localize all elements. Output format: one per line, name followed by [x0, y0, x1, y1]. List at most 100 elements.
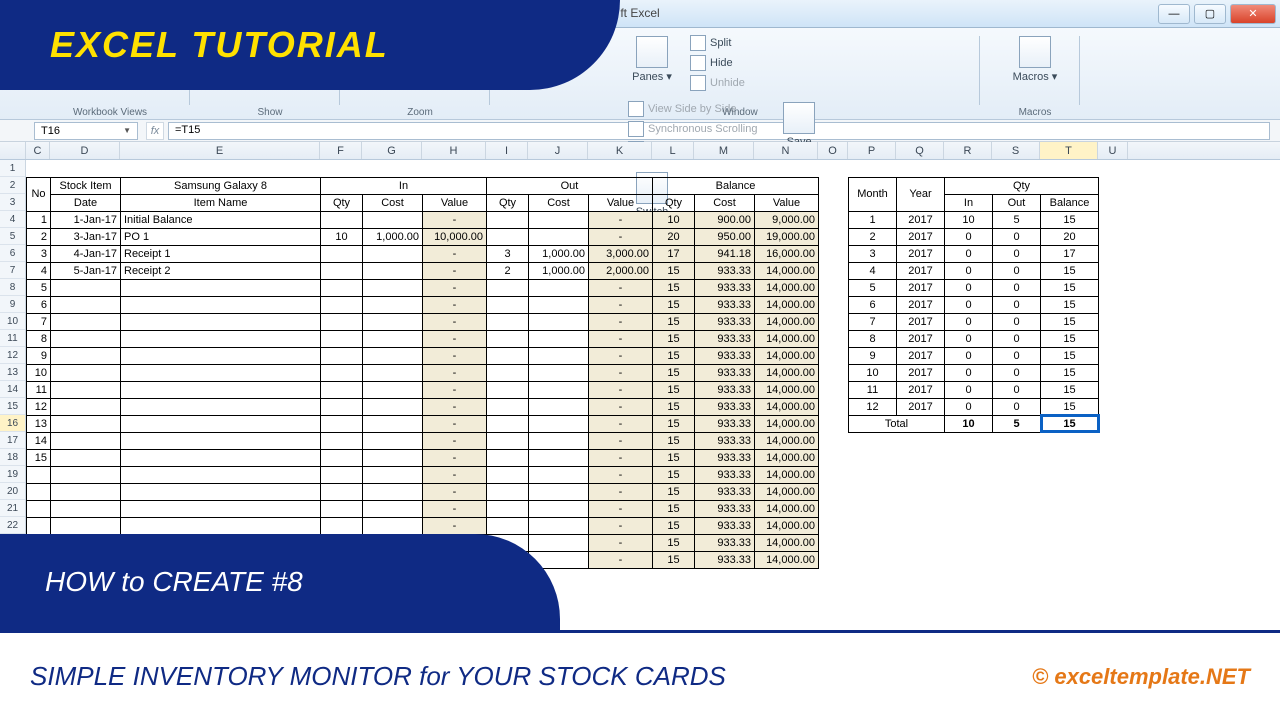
cell-D16[interactable] [51, 415, 121, 432]
cell-P21[interactable] [849, 500, 897, 517]
select-all-triangle[interactable] [0, 142, 26, 159]
cell-M23[interactable]: 933.33 [695, 534, 755, 551]
cell-I7[interactable]: 2 [487, 262, 529, 279]
cell-L10[interactable]: 15 [653, 313, 695, 330]
cell-I22[interactable] [487, 517, 529, 534]
cell-G17[interactable] [363, 432, 423, 449]
cell-N21[interactable]: 14,000.00 [755, 500, 819, 517]
cell-H16[interactable]: - [423, 415, 487, 432]
cell-H9[interactable]: - [423, 296, 487, 313]
cell-P11[interactable]: 8 [849, 330, 897, 347]
cell-U17[interactable] [1099, 432, 1129, 449]
cell-E10[interactable] [121, 313, 321, 330]
row-header-10[interactable]: 10 [0, 313, 25, 330]
cell-J9[interactable] [529, 296, 589, 313]
cell-K11[interactable]: - [589, 330, 653, 347]
cell-C9[interactable]: 6 [27, 296, 51, 313]
cell-U13[interactable] [1099, 364, 1129, 381]
cell-R18[interactable] [945, 449, 993, 466]
cell-C4[interactable]: 1 [27, 211, 51, 228]
cell-F9[interactable] [321, 296, 363, 313]
cell-N24[interactable]: 14,000.00 [755, 551, 819, 568]
cell-L7[interactable]: 15 [653, 262, 695, 279]
column-header-I[interactable]: I [486, 142, 528, 159]
cell-C22[interactable] [27, 517, 51, 534]
cell-D13[interactable] [51, 364, 121, 381]
cell-F16[interactable] [321, 415, 363, 432]
cell-N10[interactable]: 14,000.00 [755, 313, 819, 330]
cell-T10[interactable]: 15 [1041, 313, 1099, 330]
cell-E5[interactable]: PO 1 [121, 228, 321, 245]
cell-H11[interactable]: - [423, 330, 487, 347]
cell-H1[interactable] [423, 160, 487, 177]
cell-L21[interactable]: 15 [653, 500, 695, 517]
cell-N8[interactable]: 14,000.00 [755, 279, 819, 296]
row-header-4[interactable]: 4 [0, 211, 25, 228]
cell-O14[interactable] [819, 381, 849, 398]
cell-L3[interactable]: Qty [653, 194, 695, 211]
cell-U22[interactable] [1099, 517, 1129, 534]
cell-I2[interactable]: Out [487, 177, 653, 194]
sync-scroll-button[interactable]: Synchronous Scrolling [625, 120, 764, 138]
cell-G20[interactable] [363, 483, 423, 500]
cell-N6[interactable]: 16,000.00 [755, 245, 819, 262]
cell-E9[interactable] [121, 296, 321, 313]
cell-D2[interactable]: Stock Item [51, 177, 121, 194]
cell-U6[interactable] [1099, 245, 1129, 262]
cell-D10[interactable] [51, 313, 121, 330]
cell-S1[interactable] [993, 160, 1041, 177]
cell-G7[interactable] [363, 262, 423, 279]
cell-J19[interactable] [529, 466, 589, 483]
cell-G6[interactable] [363, 245, 423, 262]
cell-M3[interactable]: Cost [695, 194, 755, 211]
cell-Q18[interactable] [897, 449, 945, 466]
cell-J7[interactable]: 1,000.00 [529, 262, 589, 279]
cell-G1[interactable] [363, 160, 423, 177]
cell-I17[interactable] [487, 432, 529, 449]
cell-S10[interactable]: 0 [993, 313, 1041, 330]
cell-U11[interactable] [1099, 330, 1129, 347]
cell-L18[interactable]: 15 [653, 449, 695, 466]
cell-H12[interactable]: - [423, 347, 487, 364]
cell-S4[interactable]: 5 [993, 211, 1041, 228]
cell-I1[interactable] [487, 160, 529, 177]
cell-N3[interactable]: Value [755, 194, 819, 211]
cell-G19[interactable] [363, 466, 423, 483]
cell-R21[interactable] [945, 500, 993, 517]
cell-S18[interactable] [993, 449, 1041, 466]
cell-O12[interactable] [819, 347, 849, 364]
cell-P1[interactable] [849, 160, 897, 177]
cell-F5[interactable]: 10 [321, 228, 363, 245]
cell-K12[interactable]: - [589, 347, 653, 364]
cell-O9[interactable] [819, 296, 849, 313]
cell-K10[interactable]: - [589, 313, 653, 330]
cell-T3[interactable]: Balance [1041, 194, 1099, 211]
cell-Q23[interactable] [897, 534, 945, 551]
window-close-button[interactable]: ✕ [1230, 4, 1276, 24]
cell-J5[interactable] [529, 228, 589, 245]
cell-U20[interactable] [1099, 483, 1129, 500]
column-header-K[interactable]: K [588, 142, 652, 159]
cell-C19[interactable] [27, 466, 51, 483]
cell-O23[interactable] [819, 534, 849, 551]
cell-M18[interactable]: 933.33 [695, 449, 755, 466]
cell-G22[interactable] [363, 517, 423, 534]
cell-H21[interactable]: - [423, 500, 487, 517]
column-header-E[interactable]: E [120, 142, 320, 159]
cell-O1[interactable] [819, 160, 849, 177]
cell-L4[interactable]: 10 [653, 211, 695, 228]
cell-U7[interactable] [1099, 262, 1129, 279]
cell-L19[interactable]: 15 [653, 466, 695, 483]
cell-U18[interactable] [1099, 449, 1129, 466]
cell-N18[interactable]: 14,000.00 [755, 449, 819, 466]
cell-M9[interactable]: 933.33 [695, 296, 755, 313]
cell-D21[interactable] [51, 500, 121, 517]
cell-J21[interactable] [529, 500, 589, 517]
cell-O17[interactable] [819, 432, 849, 449]
cell-Q24[interactable] [897, 551, 945, 568]
cell-K1[interactable] [589, 160, 653, 177]
cell-I14[interactable] [487, 381, 529, 398]
cell-K18[interactable]: - [589, 449, 653, 466]
cell-H5[interactable]: 10,000.00 [423, 228, 487, 245]
cell-K20[interactable]: - [589, 483, 653, 500]
